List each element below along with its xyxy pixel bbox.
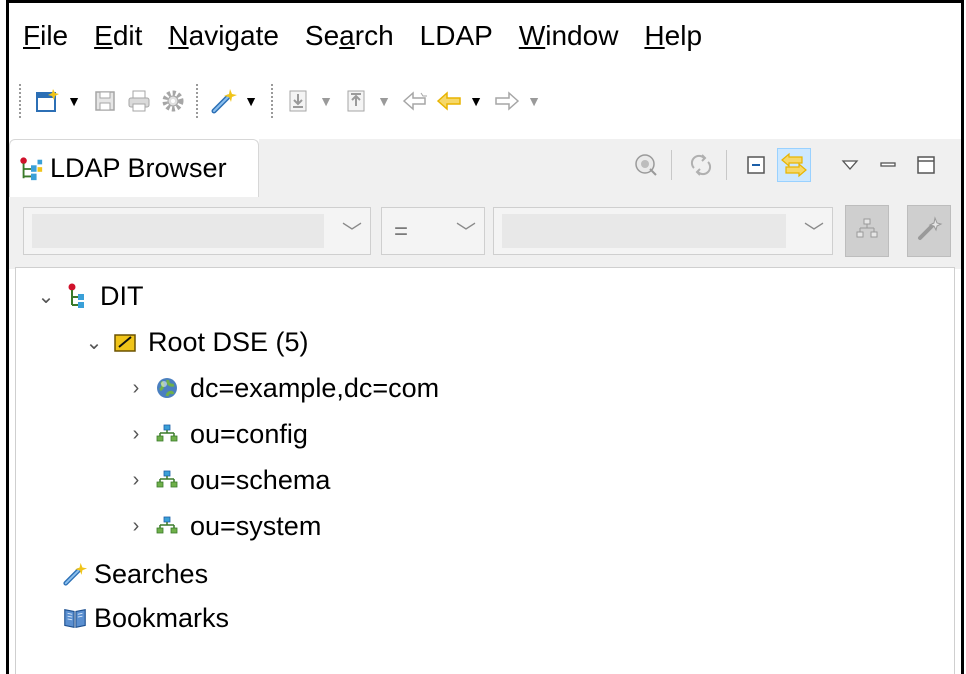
app-window: File Edit Navigate Search LDAP Window He… (6, 0, 964, 674)
minimize-icon[interactable] (871, 148, 905, 182)
menu-window[interactable]: Window (519, 20, 619, 52)
chevron-right-icon[interactable]: › (124, 423, 148, 446)
tree-item-root-dse[interactable]: ⌄ Root DSE (5) (82, 320, 309, 364)
collapse-all-icon[interactable] (739, 148, 773, 182)
export-icon[interactable] (342, 86, 372, 116)
chevron-down-icon[interactable]: ﹀ (456, 216, 476, 245)
org-unit-icon (154, 513, 180, 539)
tab-ldap-browser[interactable]: LDAP Browser (9, 139, 259, 197)
back-arrow-icon[interactable] (434, 86, 464, 116)
dit-icon (64, 283, 90, 309)
tree-item-label: ou=config (190, 418, 308, 449)
filter-value-combo[interactable]: ﹀ (493, 207, 833, 255)
view-actions-separator-2 (726, 150, 727, 180)
org-unit-icon (154, 467, 180, 493)
view-actions (625, 145, 943, 185)
tree-item-label: Bookmarks (94, 602, 230, 633)
operator-combo[interactable]: = ﹀ (381, 207, 485, 255)
tab-ldap-browser-label: LDAP Browser (50, 153, 227, 183)
menu-help[interactable]: Help (644, 20, 702, 52)
maximize-icon[interactable] (909, 148, 943, 182)
search-wand-icon[interactable] (209, 86, 239, 116)
save-icon[interactable] (90, 86, 120, 116)
menu-file[interactable]: File (23, 20, 68, 52)
view-actions-separator (671, 150, 672, 180)
tree-item-label: Searches (94, 558, 209, 589)
print-icon[interactable] (124, 86, 154, 116)
tree-item-label: ou=schema (190, 464, 331, 495)
chevron-down-icon[interactable]: ⌄ (82, 330, 106, 355)
folder-icon (112, 329, 138, 355)
tree-item-searches[interactable]: Searches (62, 552, 208, 596)
attribute-input[interactable] (32, 214, 324, 248)
view-tab-bar: LDAP Browser (9, 135, 961, 197)
chevron-right-icon[interactable]: › (124, 469, 148, 492)
menu-navigate[interactable]: Navigate (168, 20, 279, 52)
import-icon[interactable] (284, 86, 314, 116)
toolbar-grip[interactable] (19, 84, 24, 118)
tree-item-entry[interactable]: › ou=schema (124, 458, 331, 502)
search-dropdown-icon[interactable]: ▼ (243, 86, 259, 116)
menu-bar: File Edit Navigate Search LDAP Window He… (9, 3, 961, 69)
run-search-button[interactable] (907, 205, 951, 257)
connect-icon[interactable] (629, 148, 663, 182)
menu-edit[interactable]: Edit (94, 20, 142, 52)
tree-structure-icon (854, 216, 880, 247)
org-unit-icon (154, 421, 180, 447)
tree-item-dit[interactable]: ⌄ DIT (34, 274, 144, 318)
search-scope-button[interactable] (845, 205, 889, 257)
new-dropdown-icon[interactable]: ▼ (66, 86, 82, 116)
main-toolbar: ▼ ▼ ▼ ▼ ▼ ▼ (9, 69, 961, 133)
menu-search[interactable]: Search (305, 20, 394, 52)
forward-dropdown-icon[interactable]: ▼ (526, 86, 542, 116)
operator-value: = (394, 218, 409, 245)
quick-search-bar: ﹀ = ﹀ ﹀ (9, 197, 961, 269)
view-menu-icon[interactable] (833, 148, 867, 182)
search-wand-icon (915, 215, 943, 248)
tree-item-entry[interactable]: › ou=system (124, 504, 322, 548)
tree-item-label: ou=system (190, 510, 322, 541)
chevron-right-icon[interactable]: › (124, 377, 148, 400)
menu-ldap[interactable]: LDAP (420, 20, 493, 52)
back-dropdown-icon[interactable]: ▼ (468, 86, 484, 116)
tree-item-bookmarks[interactable]: Bookmarks (62, 596, 229, 640)
refresh-icon[interactable] (684, 148, 718, 182)
attribute-combo[interactable]: ﹀ (23, 207, 371, 255)
chevron-right-icon[interactable]: › (124, 515, 148, 538)
toolbar-separator-2 (271, 84, 276, 118)
ldap-tree: ⌄ DIT ⌄ Root DSE (5) › dc=example,dc=com… (15, 267, 955, 674)
chevron-down-icon[interactable]: ﹀ (342, 216, 362, 245)
tree-item-label: dc=example,dc=com (190, 372, 440, 403)
tree-item-entry[interactable]: › ou=config (124, 412, 308, 456)
new-icon[interactable] (32, 86, 62, 116)
toolbar-separator (196, 84, 201, 118)
chevron-down-icon[interactable]: ⌄ (34, 284, 58, 309)
globe-icon (154, 375, 180, 401)
export-dropdown-icon[interactable]: ▼ (376, 86, 392, 116)
back-history-icon[interactable] (400, 86, 430, 116)
filter-value-input[interactable] (502, 214, 786, 248)
tree-item-label: DIT (100, 280, 144, 311)
tree-item-label: Root DSE (5) (148, 326, 309, 357)
forward-arrow-icon[interactable] (492, 86, 522, 116)
tree-item-entry[interactable]: › dc=example,dc=com (124, 366, 439, 410)
book-icon (62, 605, 88, 631)
import-dropdown-icon[interactable]: ▼ (318, 86, 334, 116)
link-with-editor-icon[interactable] (777, 148, 811, 182)
gear-icon[interactable] (158, 86, 188, 116)
search-wand-icon (62, 561, 88, 587)
chevron-down-icon[interactable]: ﹀ (804, 216, 824, 245)
ldap-browser-icon (18, 156, 44, 182)
